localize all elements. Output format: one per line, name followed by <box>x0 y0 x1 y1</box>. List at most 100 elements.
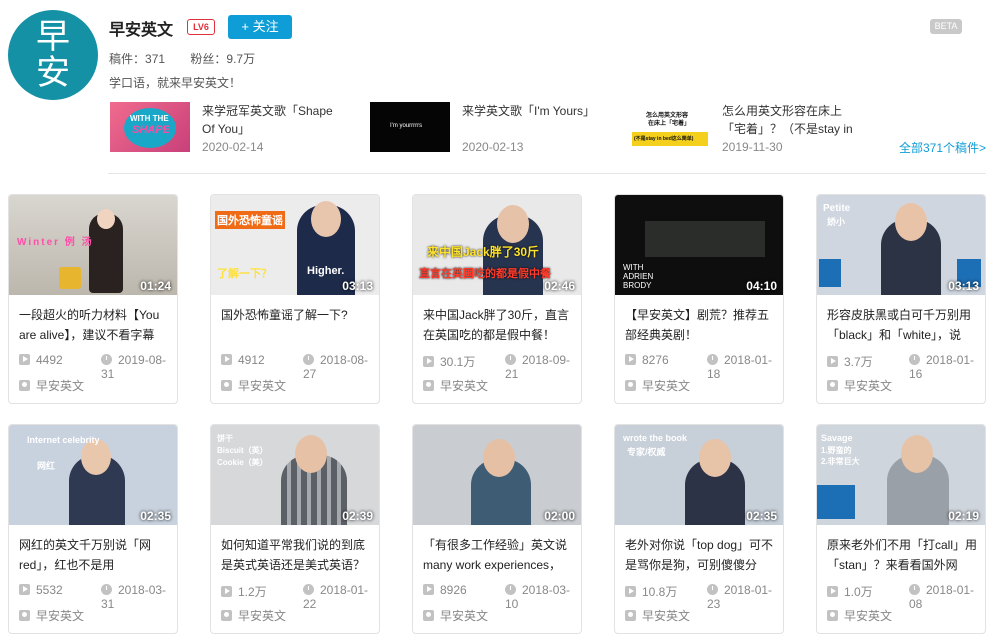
avatar-text-top: 早 <box>36 17 70 57</box>
follow-button[interactable]: + 关注 <box>228 15 292 39</box>
video-card[interactable]: Internet celebrity 网红 02:35 网红的英文千万别说「网r… <box>8 424 178 634</box>
video-author[interactable]: 早安英文 <box>827 377 892 394</box>
video-thumbnail[interactable]: 国外恐怖童谣 了解一下？ Higher. 03:13 <box>211 195 379 295</box>
video-duration: 02:19 <box>948 509 979 523</box>
video-card[interactable]: WITH ADRIEN BRODY 04:10 【早安英文】剧荒？推荐五部经典英… <box>614 194 784 404</box>
recent-title[interactable]: 来学英文歌「I'm Yours」 <box>462 102 602 120</box>
play-count-icon <box>19 354 30 365</box>
recent-item[interactable]: I'm yourrrrrs 来学英文歌「I'm Yours」 2020-02-1… <box>370 102 610 154</box>
video-title[interactable]: 形容皮肤黑或白可千万别用「black」和「white」，说 <box>827 305 977 345</box>
video-author[interactable]: 早安英文 <box>19 377 84 394</box>
username[interactable]: 早安英文 <box>109 16 173 40</box>
video-card[interactable]: Winter 例 汤 01:24 一段超火的听力材料【You are alive… <box>8 194 178 404</box>
upload-date: 2018-01-18 <box>707 353 773 381</box>
recent-title[interactable]: 来学冠军英文歌「Shape Of You」 <box>202 102 342 138</box>
user-icon <box>827 380 838 391</box>
video-duration: 02:00 <box>544 509 575 523</box>
video-title[interactable]: 【早安英文】剧荒？推荐五部经典英剧！ <box>625 305 775 345</box>
video-card[interactable]: 饼干 Biscuit（英） Cookie（美） 02:39 如何知道平常我们说的… <box>210 424 380 634</box>
video-duration: 02:39 <box>342 509 373 523</box>
recent-date: 2020-02-14 <box>202 140 264 154</box>
user-bio: 学口语，就来早安英文！ <box>109 76 242 90</box>
upload-date: 2018-01-08 <box>909 583 975 611</box>
play-count-icon <box>625 586 636 597</box>
video-title[interactable]: 国外恐怖童谣了解一下? <box>221 305 371 345</box>
upload-date: 2018-01-23 <box>707 583 773 611</box>
clock-icon <box>909 354 920 365</box>
user-icon <box>221 380 232 391</box>
upload-date: 2019-08-31 <box>101 353 167 381</box>
video-author[interactable]: 早安英文 <box>423 377 488 394</box>
video-title[interactable]: 网红的英文千万别说「网red」，红也不是用 <box>19 535 169 575</box>
all-posts-link[interactable]: 全部371个稿件> <box>899 139 986 156</box>
video-card[interactable]: 02:00 「有很多工作经验」英文说many work experiences，… <box>412 424 582 634</box>
video-title[interactable]: 如何知道平常我们说的到底是英式英语还是美式英语？ <box>221 535 371 575</box>
view-count: 30.1万 <box>423 353 475 370</box>
play-count-icon <box>423 584 434 595</box>
video-thumbnail[interactable]: 02:00 <box>413 425 581 525</box>
video-card[interactable]: 来中国Jack胖了30斤 直言在英国吃的都是假中餐 02:46 来中国Jack胖… <box>412 194 582 404</box>
video-author[interactable]: 早安英文 <box>19 607 84 624</box>
play-count-icon <box>221 586 232 597</box>
video-card[interactable]: wrote the book 专家/权威 02:35 老外对你说「top dog… <box>614 424 784 634</box>
video-author[interactable]: 早安英文 <box>221 607 286 624</box>
video-title[interactable]: 原来老外们不用「打call」用「stan」？来看看国外网 <box>827 535 977 575</box>
video-card[interactable]: Savage 1.野蛮的 2.非常巨大 02:19 原来老外们不用「打call」… <box>816 424 986 634</box>
level-badge: LV6 <box>187 19 215 35</box>
upload-date: 2018-09-21 <box>505 353 571 381</box>
video-thumbnail[interactable]: Winter 例 汤 01:24 <box>9 195 177 295</box>
recent-thumbnail[interactable]: WITH THE SHAPE <box>110 102 190 152</box>
view-count: 8926 <box>423 583 467 597</box>
video-author[interactable]: 早安英文 <box>625 377 690 394</box>
video-thumbnail[interactable]: 饼干 Biscuit（英） Cookie（美） 02:39 <box>211 425 379 525</box>
video-thumbnail[interactable]: Savage 1.野蛮的 2.非常巨大 02:19 <box>817 425 985 525</box>
video-duration: 03:13 <box>342 279 373 293</box>
fans-stat: 粉丝：9.7万 <box>190 52 256 66</box>
play-count-icon <box>423 356 434 367</box>
view-count: 1.0万 <box>827 583 873 600</box>
video-thumbnail[interactable]: Petite 娇小 03:13 <box>817 195 985 295</box>
recent-item[interactable]: 怎么用英文形容 在床上「宅着」 (不是stay in bed这么简单) 怎么用英… <box>630 102 870 154</box>
upload-date: 2018-08-27 <box>303 353 369 381</box>
clock-icon <box>707 584 718 595</box>
avatar[interactable]: 早 安 <box>8 10 98 100</box>
upload-date: 2018-01-22 <box>303 583 369 611</box>
video-author[interactable]: 早安英文 <box>827 607 892 624</box>
user-icon <box>423 380 434 391</box>
view-count: 8276 <box>625 353 669 367</box>
video-title[interactable]: 来中国Jack胖了30斤，直言在英国吃的都是假中餐！ <box>423 305 573 345</box>
view-count: 4492 <box>19 353 63 367</box>
recent-date: 2019-11-30 <box>722 140 783 154</box>
user-icon <box>827 610 838 621</box>
video-title[interactable]: 老外对你说「top dog」可不是骂你是狗，可别傻傻分 <box>625 535 775 575</box>
user-icon <box>19 610 30 621</box>
video-author[interactable]: 早安英文 <box>221 377 286 394</box>
posts-stat: 稿件：371 <box>109 52 166 66</box>
recent-item[interactable]: WITH THE SHAPE 来学冠军英文歌「Shape Of You」 202… <box>110 102 350 154</box>
video-card[interactable]: 国外恐怖童谣 了解一下？ Higher. 03:13 国外恐怖童谣了解一下? 4… <box>210 194 380 404</box>
divider <box>108 173 986 174</box>
user-stats: 稿件：371 粉丝：9.7万 <box>109 50 277 67</box>
view-count: 1.2万 <box>221 583 267 600</box>
recent-thumbnail[interactable]: I'm yourrrrrs <box>370 102 450 152</box>
video-title[interactable]: 一段超火的听力材料【You are alive】，建议不看字幕 <box>19 305 169 345</box>
video-duration: 02:35 <box>746 509 777 523</box>
clock-icon <box>909 584 920 595</box>
video-card[interactable]: Petite 娇小 03:13 形容皮肤黑或白可千万别用「black」和「whi… <box>816 194 986 404</box>
clock-icon <box>505 354 516 365</box>
play-count-icon <box>827 586 838 597</box>
video-thumbnail[interactable]: Internet celebrity 网红 02:35 <box>9 425 177 525</box>
user-icon <box>625 380 636 391</box>
view-count: 5532 <box>19 583 63 597</box>
beta-badge: BETA <box>930 19 962 34</box>
video-thumbnail[interactable]: WITH ADRIEN BRODY 04:10 <box>615 195 783 295</box>
play-count-icon <box>19 584 30 595</box>
video-author[interactable]: 早安英文 <box>423 607 488 624</box>
video-thumbnail[interactable]: 来中国Jack胖了30斤 直言在英国吃的都是假中餐 02:46 <box>413 195 581 295</box>
avatar-text-bottom: 安 <box>36 53 70 93</box>
video-author[interactable]: 早安英文 <box>625 607 690 624</box>
recent-title[interactable]: 怎么用英文形容在床上「宅着」？（不是stay in <box>722 102 862 138</box>
video-title[interactable]: 「有很多工作经验」英文说many work experiences， <box>423 535 573 575</box>
recent-thumbnail[interactable]: 怎么用英文形容 在床上「宅着」 (不是stay in bed这么简单) <box>630 102 710 152</box>
video-thumbnail[interactable]: wrote the book 专家/权威 02:35 <box>615 425 783 525</box>
